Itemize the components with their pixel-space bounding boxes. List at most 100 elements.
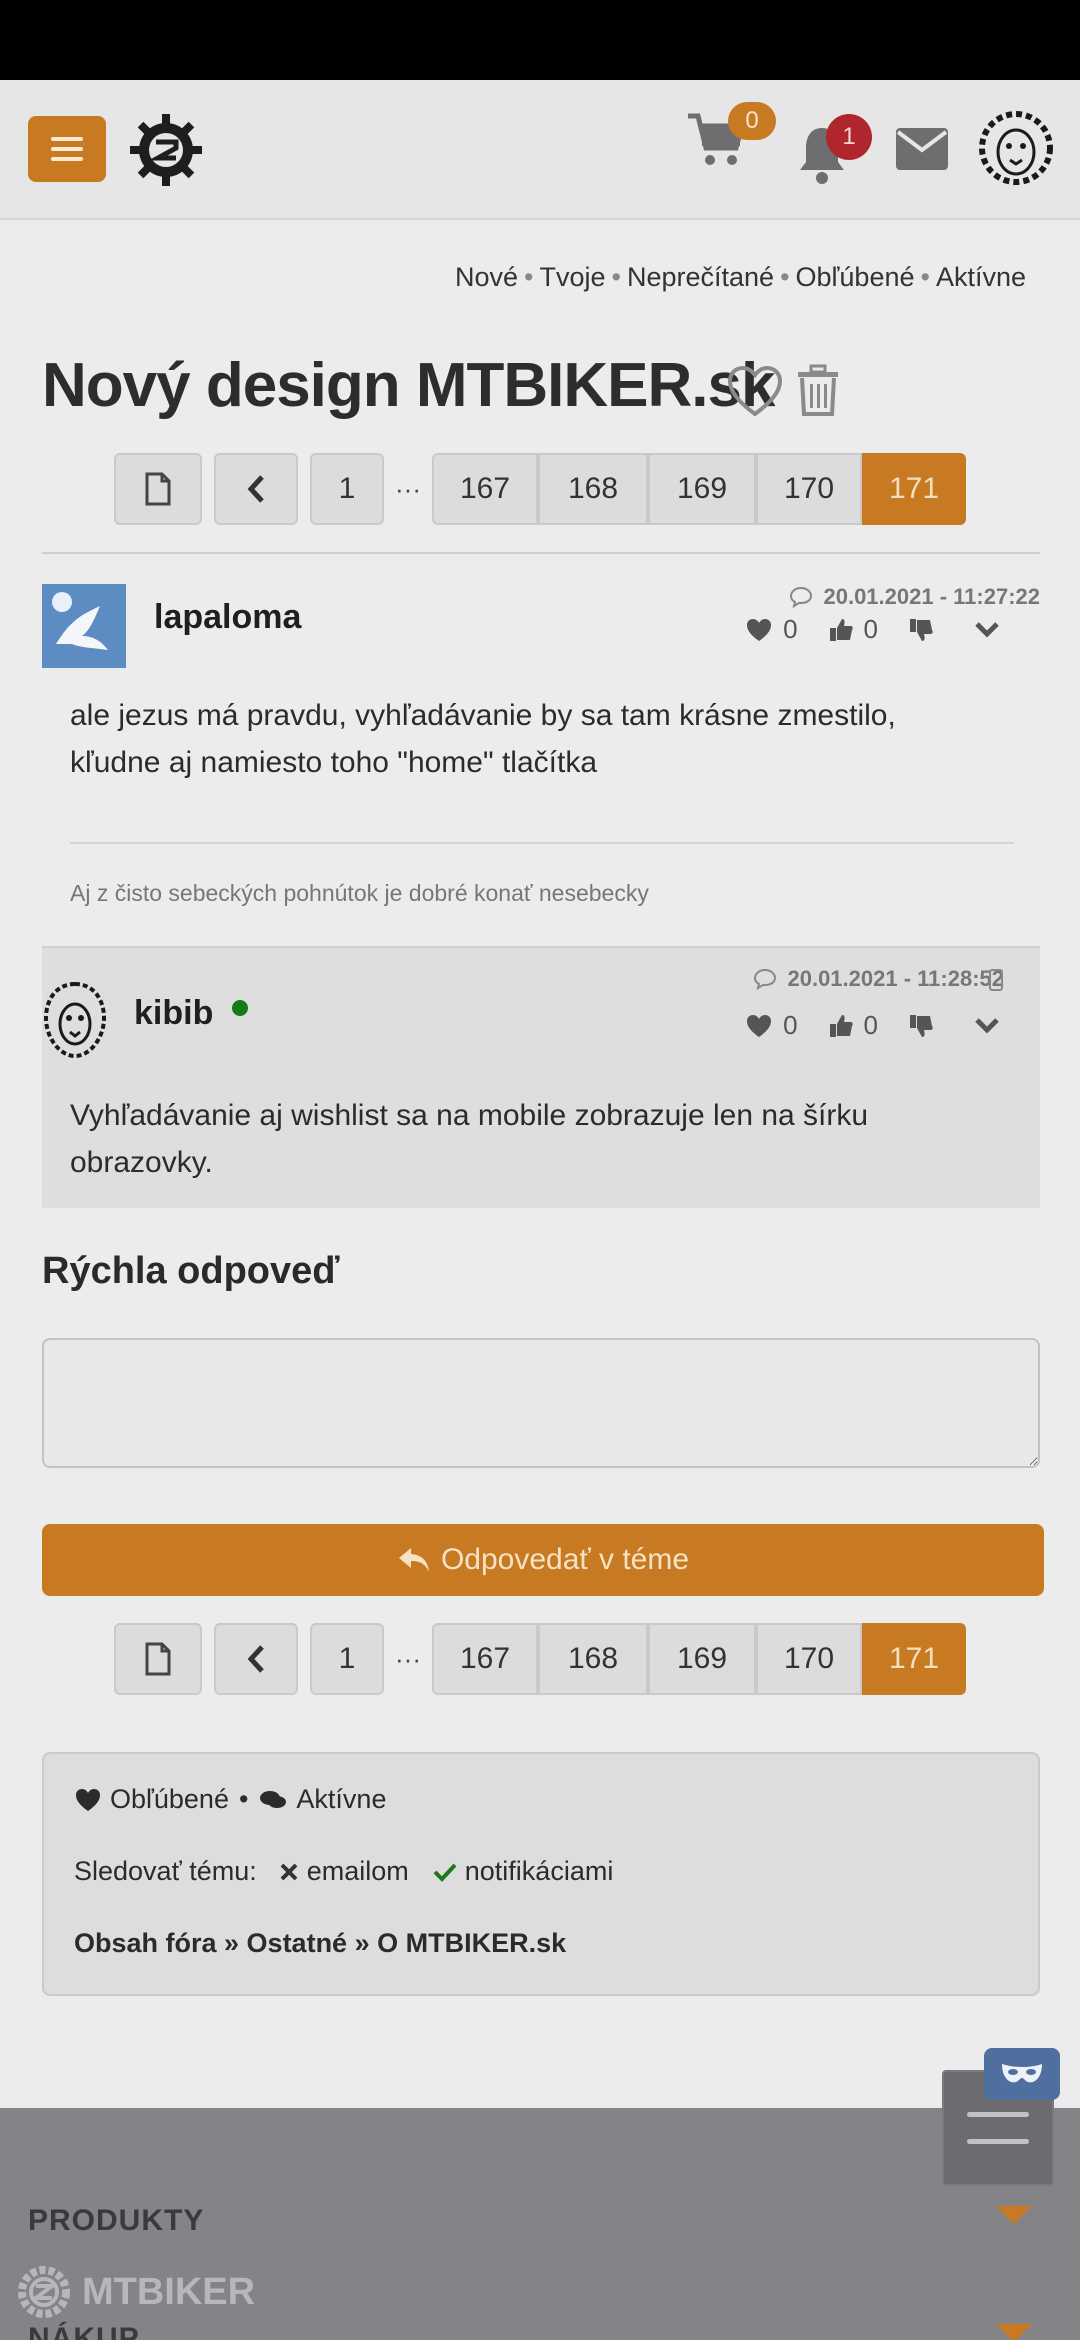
notification-badge: 1 [826,114,872,160]
page-169-button[interactable]: 169 [648,453,756,525]
comment-icon [790,586,813,608]
comment-icon [754,968,777,990]
status-bar [0,0,1080,80]
expand-purchase-icon[interactable] [996,2324,1032,2340]
footer-logo-text: MTBIKER [82,2270,256,2313]
reply-textarea[interactable] [42,1338,1040,1468]
page-1-button[interactable]: 1 [310,453,384,525]
lion-avatar[interactable] [976,108,1056,188]
post-content: Vyhľadávanie aj wishlist sa na mobile zo… [70,1092,868,1186]
active-link[interactable]: Aktívne [296,1784,386,1815]
post-options-button[interactable] [974,621,1000,639]
link-aktivne[interactable]: Aktívne [936,262,1026,292]
chevron-left-icon [247,1645,264,1673]
follow-notifications-toggle[interactable]: notifikáciami [433,1856,614,1887]
heart-icon [76,1788,100,1811]
page-167-button[interactable]: 167 [432,1623,538,1695]
expand-products-icon[interactable] [996,2206,1032,2224]
thumbs-up-count: 0 [863,614,878,644]
thumbs-up-button[interactable]: 0 [828,614,878,645]
chevron-down-icon [975,621,999,638]
post-text-line: Vyhľadávanie aj wishlist sa na mobile zo… [70,1099,869,1132]
check-icon [433,1863,457,1882]
follow-label: Sledovať tému: [74,1856,257,1886]
post-date: 20.01.2021 - 11:27:22 [789,584,1040,610]
thread-info-box: Obľúbené • Aktívne Sledovať tému: emailo… [42,1752,1040,1996]
logo-gear-icon[interactable] [128,112,204,188]
link-tvoje[interactable]: Tvoje [540,262,606,292]
first-page-button[interactable] [114,453,202,525]
prev-page-button[interactable] [214,453,298,525]
reply-button[interactable]: Odpovedať v téme [42,1524,1044,1596]
post-date-text: 20.01.2021 - 11:27:22 [823,584,1040,609]
mobile-device-icon [989,969,1003,991]
pagination-top: 1 ··· 167 168 169 170 171 [114,452,966,526]
post-lapaloma: lapaloma 20.01.2021 - 11:27:22 0 0 ale j… [42,584,1040,944]
like-count: 0 [783,614,798,644]
post-options-button[interactable] [974,1017,1000,1035]
post-author[interactable]: kibib [134,994,213,1033]
thumbs-down-button[interactable] [908,617,934,643]
footer-logo: MTBIKER [14,2262,255,2322]
follow-notifications-label: notifikáciami [464,1856,614,1886]
post-content: ale jezus má pravdu, vyhľadávanie by sa … [70,692,896,786]
avatar-dove[interactable] [42,584,126,668]
thumbs-up-button[interactable]: 0 [828,1010,878,1041]
page-168-button[interactable]: 168 [538,1623,648,1695]
pagination-dots: ··· [395,1643,421,1674]
chevron-left-icon [247,475,264,503]
post-text-line: ale jezus má pravdu, vyhľadávanie by sa … [70,699,896,732]
like-button[interactable]: 0 [745,614,798,645]
mail-icon[interactable] [894,126,950,172]
post-kibib: kibib 20.01.2021 - 11:28:52 0 0 Vyhľadáv… [42,946,1040,1208]
signature-divider [70,842,1014,844]
favorites-link[interactable]: Obľúbené [110,1784,229,1815]
post-text-line: kľudne aj namiesto toho "home" tlačítka [70,746,598,779]
page-1-button[interactable]: 1 [310,1623,384,1695]
avatar-lion[interactable] [42,980,108,1060]
post-author[interactable]: lapaloma [154,598,301,637]
menu-icon [51,137,83,141]
post-date-text: 20.01.2021 - 11:28:52 [787,966,1004,991]
favorite-heart-icon[interactable] [726,364,784,418]
page-icon [145,472,171,506]
trash-icon[interactable] [796,364,840,418]
heart-icon [747,1014,772,1037]
divider [42,552,1040,554]
like-button[interactable]: 0 [745,1010,798,1041]
breadcrumb[interactable]: Obsah fóra » Ostatné » O MTBIKER.sk [74,1928,566,1959]
first-page-button[interactable] [114,1623,202,1695]
quick-reply-title: Rýchla odpoveď [42,1250,340,1292]
pagination-bottom: 1 ··· 167 168 169 170 171 [114,1622,966,1696]
thumbs-up-count: 0 [863,1010,878,1040]
link-neprecitane[interactable]: Neprečítané [627,262,774,292]
mask-icon[interactable] [984,2048,1060,2100]
prev-page-button[interactable] [214,1623,298,1695]
thumbs-up-icon [829,1014,853,1037]
follow-email-label: emailom [306,1856,409,1886]
page-171-button[interactable]: 171 [862,1623,966,1695]
comments-icon [260,1790,287,1808]
page-167-button[interactable]: 167 [432,453,538,525]
page-171-button[interactable]: 171 [862,453,966,525]
post-signature: Aj z čisto sebeckých pohnútok je dobré k… [70,880,649,906]
page-170-button[interactable]: 170 [756,453,862,525]
thumbs-up-icon [829,618,853,641]
link-nove[interactable]: Nové [455,262,518,292]
heart-icon [747,618,772,641]
page-168-button[interactable]: 168 [538,453,648,525]
thumbs-down-icon [910,618,933,641]
thread-actions: Obľúbené • Aktívne [74,1784,386,1815]
footer-products[interactable]: PRODUKTY [28,2204,204,2238]
follow-email-toggle[interactable]: emailom [279,1856,409,1887]
top-bar: 0 1 [0,80,1080,220]
page-169-button[interactable]: 169 [648,1623,756,1695]
thumbs-down-button[interactable] [908,1013,934,1039]
footer-purchase[interactable]: NÁKUP [28,2322,140,2340]
post-date: 20.01.2021 - 11:28:52 [753,966,1004,992]
mtbiker-logo-icon [18,2266,70,2318]
menu-button[interactable] [28,116,106,182]
post-votes: 0 0 [745,1010,1000,1041]
link-oblubene[interactable]: Obľúbené [796,262,915,292]
page-170-button[interactable]: 170 [756,1623,862,1695]
